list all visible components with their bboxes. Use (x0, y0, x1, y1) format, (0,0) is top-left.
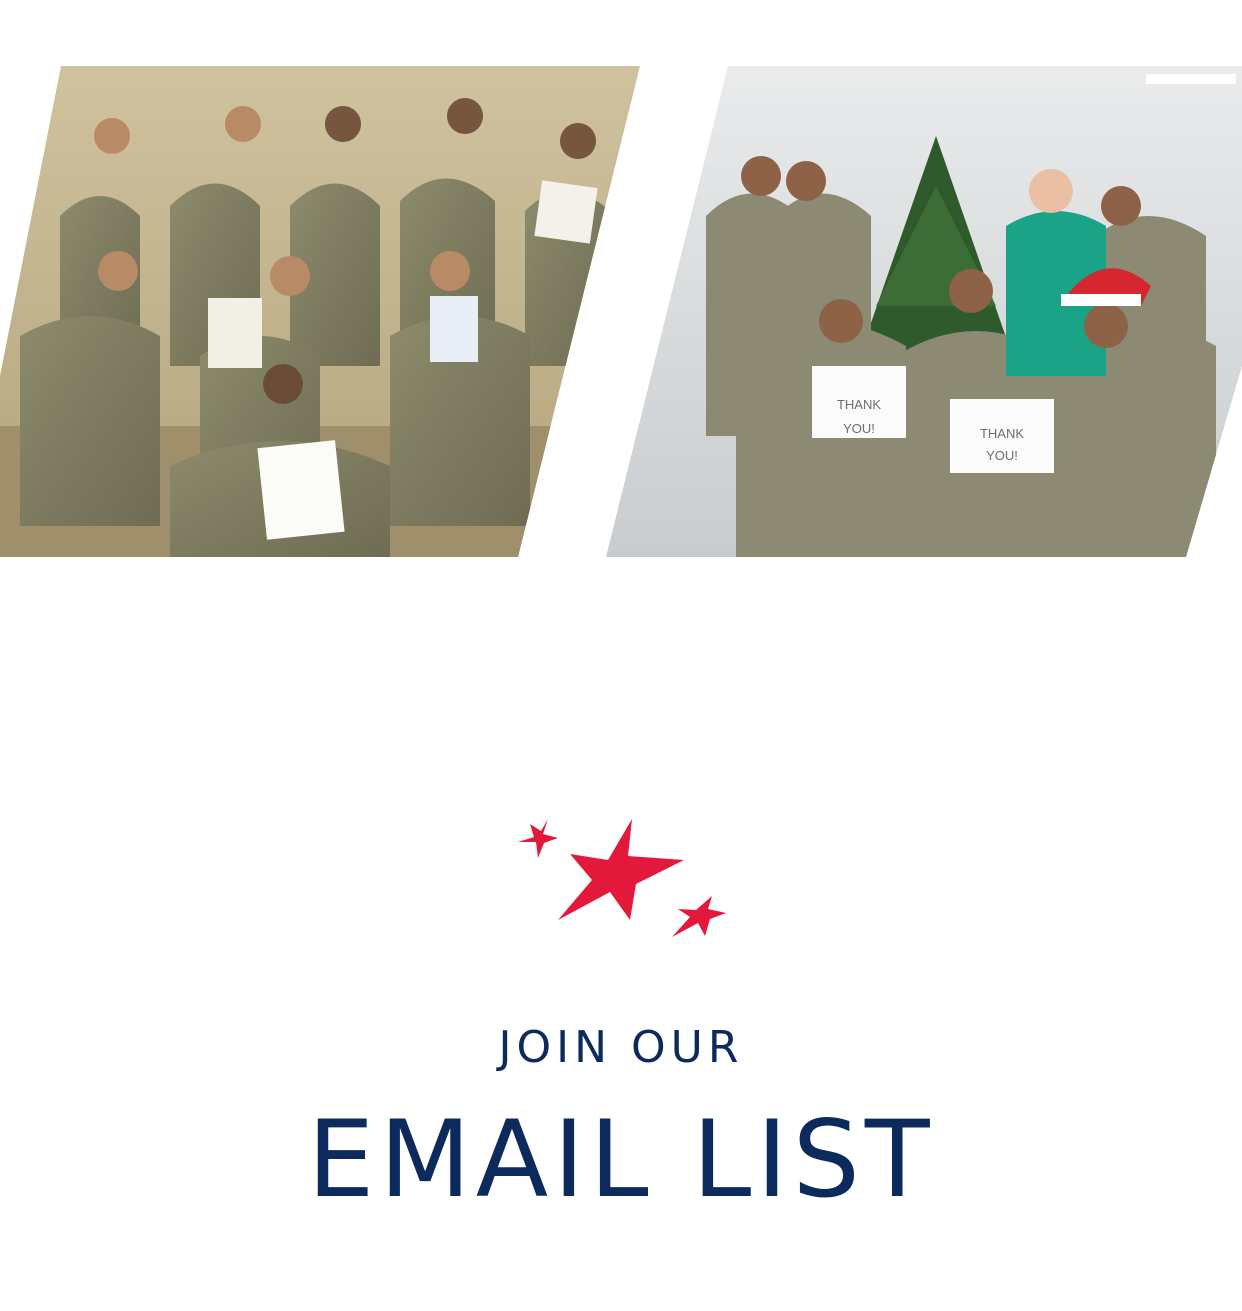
large-star-icon (558, 819, 684, 920)
photo-strip: THANK YOU! THANK YOU! (0, 66, 1242, 557)
sign-one-line-one: THANK (837, 397, 881, 412)
sign-two-line-two: YOU! (986, 448, 1018, 463)
join-our-heading: JOIN OUR (498, 1022, 744, 1073)
email-list-heading: EMAIL LIST (307, 1098, 935, 1221)
sign-one-line-two: YOU! (843, 421, 875, 436)
soldiers-christmas-image: THANK YOU! THANK YOU! (606, 66, 1242, 557)
soldiers-christmas-photo: THANK YOU! THANK YOU! (606, 66, 1242, 557)
sign-two-line-one: THANK (980, 426, 1024, 441)
soldiers-letters-photo (0, 66, 640, 557)
three-stars-icon (518, 819, 726, 937)
soldiers-letters-image (0, 66, 640, 557)
small-star-icon (518, 819, 558, 858)
small-star-lower-icon (672, 896, 726, 937)
